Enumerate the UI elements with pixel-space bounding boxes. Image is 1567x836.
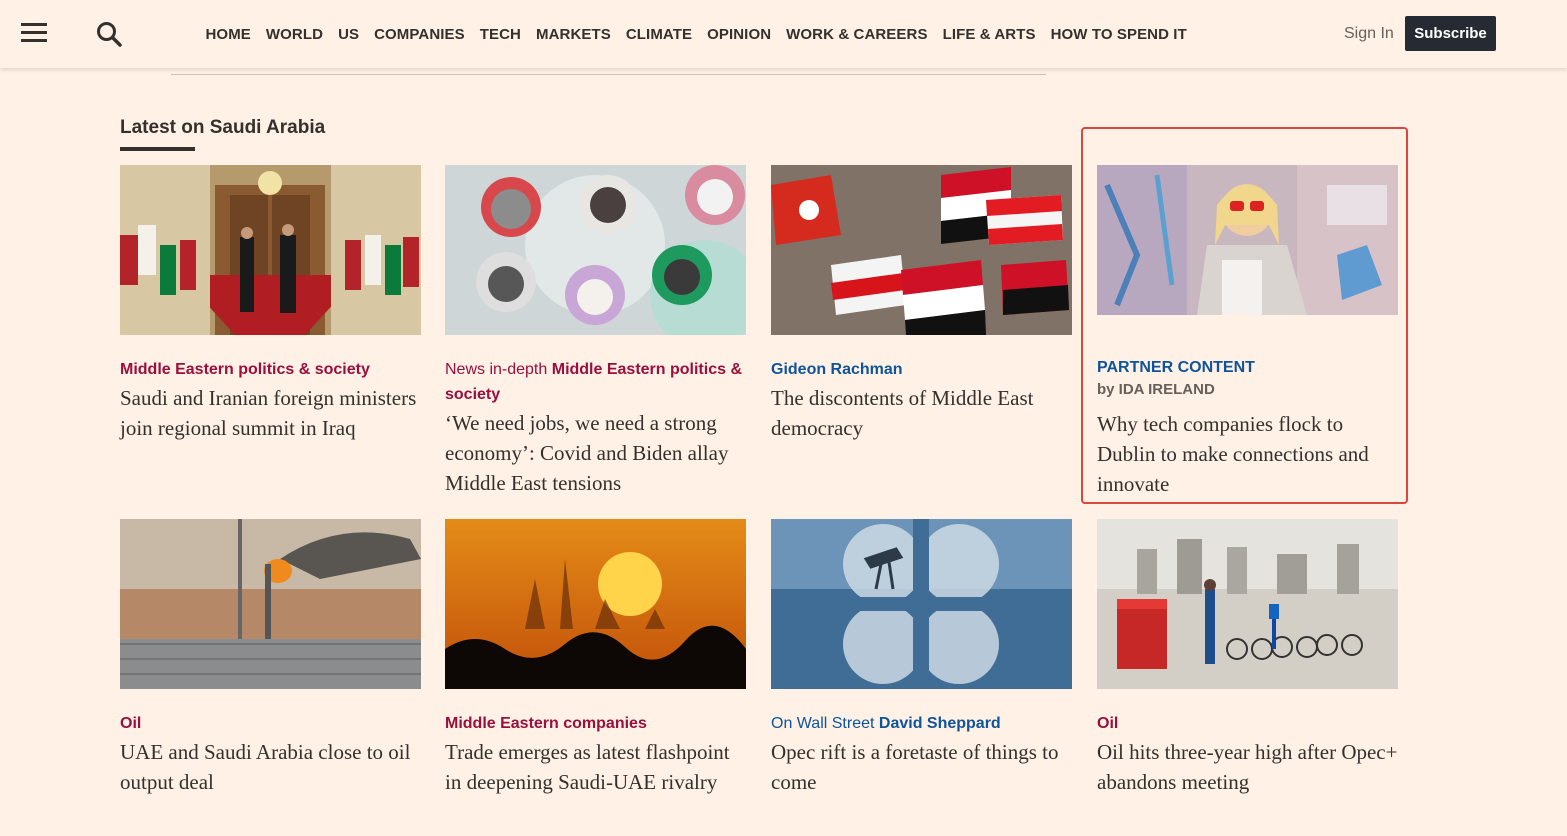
article-card: On Wall Street David Sheppard Opec rift …: [771, 519, 1072, 797]
partner-content-label: PARTNER CONTENT: [1097, 359, 1255, 376]
article-headline[interactable]: UAE and Saudi Arabia close to oil output…: [120, 737, 421, 797]
article-image[interactable]: [445, 165, 746, 335]
search-icon[interactable]: [96, 21, 122, 47]
nav-us[interactable]: US: [338, 26, 359, 43]
nav-climate[interactable]: CLIMATE: [626, 26, 692, 43]
sign-in-link[interactable]: Sign In: [1344, 25, 1394, 43]
article-tags: Gideon Rachman: [771, 357, 1072, 382]
main-nav: HOME WORLD US COMPANIES TECH MARKETS CLI…: [198, 0, 1194, 68]
header-bar: HOME WORLD US COMPANIES TECH MARKETS CLI…: [0, 0, 1567, 68]
article-image[interactable]: [445, 519, 746, 689]
nav-world[interactable]: WORLD: [266, 26, 323, 43]
article-headline[interactable]: ‘We need jobs, we need a strong economy’…: [445, 408, 746, 498]
article-tags: Middle Eastern companies: [445, 711, 746, 736]
nav-work-careers[interactable]: WORK & CAREERS: [786, 26, 927, 43]
article-topic-tag[interactable]: Oil: [120, 715, 141, 732]
nav-markets[interactable]: MARKETS: [536, 26, 611, 43]
nav-companies[interactable]: COMPANIES: [374, 26, 465, 43]
subscribe-button[interactable]: Subscribe: [1405, 16, 1496, 51]
article-image[interactable]: [1097, 519, 1398, 689]
article-author-tag[interactable]: Gideon Rachman: [771, 361, 903, 378]
article-headline[interactable]: Trade emerges as latest flashpoint in de…: [445, 737, 746, 797]
divider: [171, 74, 1046, 75]
article-image[interactable]: [1097, 165, 1398, 315]
article-topic-tag[interactable]: Middle Eastern companies: [445, 715, 647, 732]
article-column-tag[interactable]: On Wall Street: [771, 715, 874, 732]
article-card: Middle Eastern politics & society Saudi …: [120, 165, 421, 443]
article-image[interactable]: [120, 519, 421, 689]
article-image[interactable]: [771, 519, 1072, 689]
partner-sponsor[interactable]: by IDA IRELAND: [1097, 379, 1398, 401]
article-image[interactable]: [120, 165, 421, 335]
nav-life-arts[interactable]: LIFE & ARTS: [943, 26, 1036, 43]
nav-tech[interactable]: TECH: [480, 26, 521, 43]
article-tags: Middle Eastern politics & society: [120, 357, 421, 382]
article-headline[interactable]: Why tech companies flock to Dublin to ma…: [1097, 409, 1398, 499]
menu-icon[interactable]: [21, 23, 47, 43]
nav-opinion[interactable]: OPINION: [707, 26, 771, 43]
article-tags: Oil: [1097, 711, 1398, 736]
article-headline[interactable]: The discontents of Middle East democracy: [771, 383, 1072, 443]
article-card: Gideon Rachman The discontents of Middle…: [771, 165, 1072, 443]
article-tags: On Wall Street David Sheppard: [771, 711, 1072, 736]
nav-how-to-spend-it[interactable]: HOW TO SPEND IT: [1051, 26, 1187, 43]
section-title-underline: [120, 147, 195, 151]
section-title: Latest on Saudi Arabia: [120, 117, 326, 138]
article-tags: Oil: [120, 711, 421, 736]
partner-content-card: PARTNER CONTENT by IDA IRELAND Why tech …: [1097, 165, 1398, 499]
article-topic-tag[interactable]: Oil: [1097, 715, 1118, 732]
article-prefix-tag[interactable]: News in-depth: [445, 361, 547, 378]
article-card: Middle Eastern companies Trade emerges a…: [445, 519, 746, 797]
partner-meta: PARTNER CONTENT by IDA IRELAND: [1097, 357, 1398, 401]
article-topic-tag[interactable]: Middle Eastern politics & society: [120, 361, 370, 378]
article-card: News in-depth Middle Eastern politics & …: [445, 165, 746, 498]
nav-home[interactable]: HOME: [206, 26, 251, 43]
article-author-tag[interactable]: David Sheppard: [879, 715, 1001, 732]
article-card: Oil UAE and Saudi Arabia close to oil ou…: [120, 519, 421, 797]
article-image[interactable]: [771, 165, 1072, 335]
article-card: Oil Oil hits three-year high after Opec+…: [1097, 519, 1398, 797]
article-headline[interactable]: Saudi and Iranian foreign ministers join…: [120, 383, 421, 443]
article-headline[interactable]: Oil hits three-year high after Opec+ aba…: [1097, 737, 1398, 797]
article-headline[interactable]: Opec rift is a foretaste of things to co…: [771, 737, 1072, 797]
article-tags: News in-depth Middle Eastern politics & …: [445, 357, 746, 407]
